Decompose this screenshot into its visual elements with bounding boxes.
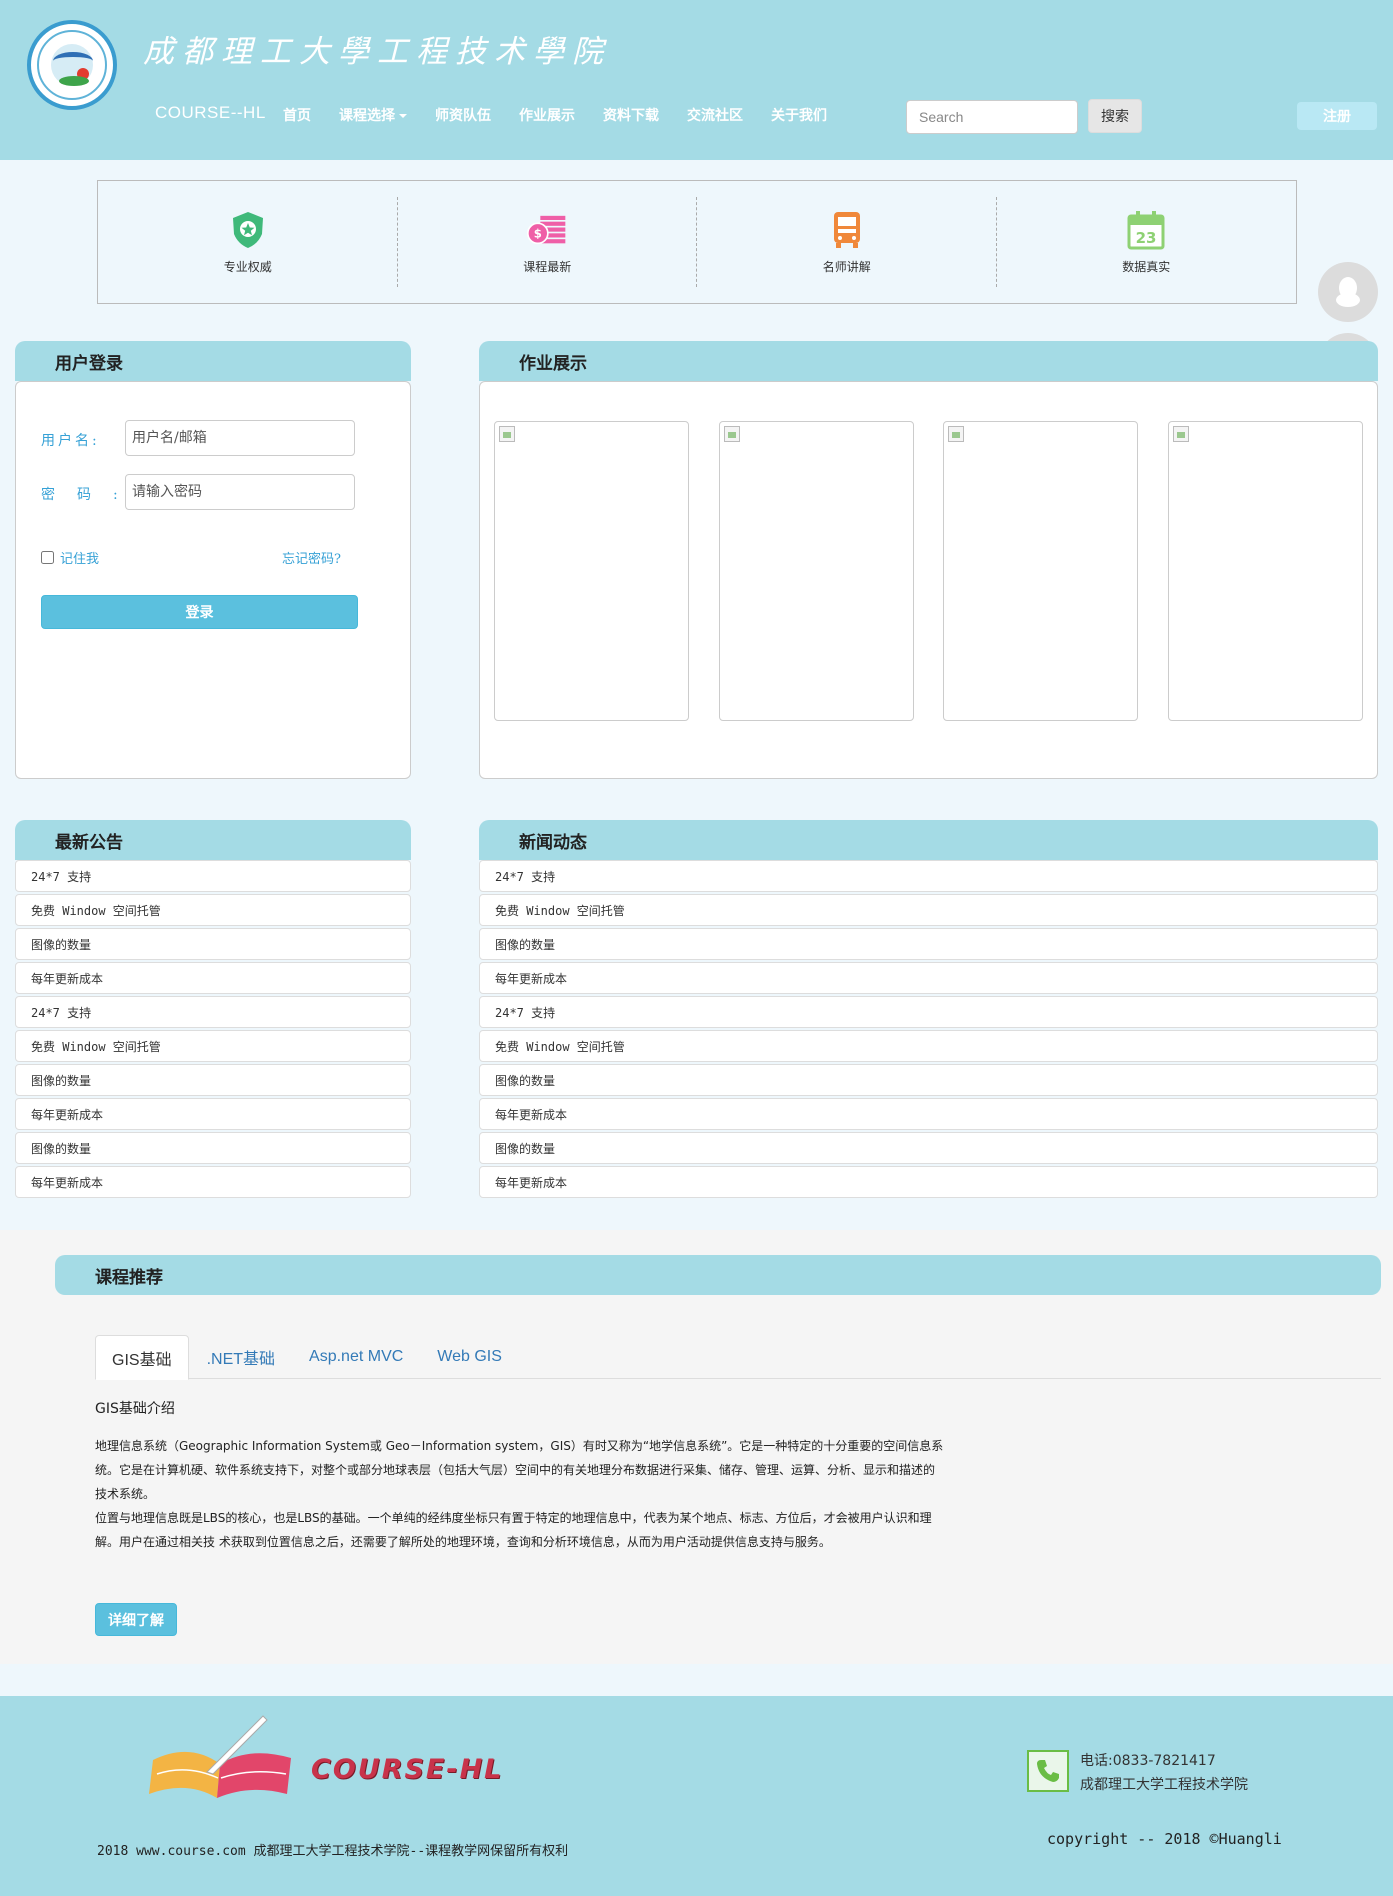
nav-home[interactable]: 首页	[283, 105, 311, 125]
homework-card[interactable]	[1168, 421, 1363, 721]
tab-dotnet-basics[interactable]: .NET基础	[191, 1335, 291, 1379]
site-title: 成都理工大學工程技术學院	[143, 34, 611, 70]
nav-downloads[interactable]: 资料下载	[603, 105, 659, 125]
nav-community[interactable]: 交流社区	[687, 105, 743, 125]
notice-item[interactable]: 图像的数量	[15, 928, 411, 960]
notice-item[interactable]: 每年更新成本	[15, 1098, 411, 1130]
contact-phone: 电话:0833-7821417	[1080, 1753, 1216, 1769]
course-content-title: GIS基础介绍	[95, 1401, 175, 1417]
feature-teachers[interactable]: 名师讲解	[697, 181, 997, 303]
broken-image-icon	[948, 426, 964, 442]
logo-leaf	[59, 76, 89, 86]
phone-icon	[1027, 1750, 1069, 1792]
nav-homework[interactable]: 作业展示	[519, 105, 575, 125]
notice-item[interactable]: 免费 Window 空间托管	[15, 1030, 411, 1062]
remember-me[interactable]: 记住我	[41, 548, 99, 567]
login-button[interactable]: 登录	[41, 595, 358, 629]
broken-image-icon	[1173, 426, 1189, 442]
notices-title: 最新公告	[15, 820, 411, 860]
homework-card[interactable]	[943, 421, 1138, 721]
nav-teachers[interactable]: 师资队伍	[435, 105, 491, 125]
broken-image-icon	[724, 426, 740, 442]
feature-label: 课程最新	[523, 259, 572, 274]
notice-item[interactable]: 图像的数量	[15, 1132, 411, 1164]
calendar-icon: 23	[1127, 210, 1165, 249]
nav-courses[interactable]: 课程选择	[339, 105, 407, 125]
news-title: 新闻动态	[479, 820, 1378, 860]
feature-label: 名师讲解	[822, 259, 871, 274]
homework-card[interactable]	[719, 421, 914, 721]
notice-item[interactable]: 每年更新成本	[15, 962, 411, 994]
qq-contact-button[interactable]	[1318, 262, 1378, 322]
homework-card[interactable]	[494, 421, 689, 721]
news-item[interactable]: 图像的数量	[479, 1132, 1378, 1164]
footer-brand: COURSE-HL	[311, 1754, 504, 1785]
tab-gis-basics[interactable]: GIS基础	[95, 1335, 189, 1380]
coin-stack-icon: $	[527, 215, 566, 244]
caret-down-icon	[399, 114, 407, 118]
nav-about[interactable]: 关于我们	[771, 105, 827, 125]
remember-label: 记住我	[60, 552, 100, 567]
news-item[interactable]: 免费 Window 空间托管	[479, 894, 1378, 926]
broken-image-icon	[499, 426, 515, 442]
news-item[interactable]: 24*7 支持	[479, 860, 1378, 892]
course-paragraph: 位置与地理信息既是LBS的核心，也是LBS的基础。一个单纯的经纬度坐标只有置于特…	[95, 1511, 932, 1549]
course-paragraph: 地理信息系统（Geographic Information System或 Ge…	[95, 1439, 944, 1501]
logo-swoosh	[53, 52, 93, 70]
calendar-day: 23	[1136, 229, 1157, 247]
notice-item[interactable]: 每年更新成本	[15, 1166, 411, 1198]
news-item[interactable]: 24*7 支持	[479, 996, 1378, 1028]
login-panel-title: 用户登录	[15, 341, 411, 381]
learn-more-button[interactable]: 详细了解	[95, 1603, 177, 1636]
news-item[interactable]: 免费 Window 空间托管	[479, 1030, 1378, 1062]
homework-panel-title: 作业展示	[479, 341, 1378, 381]
notice-item[interactable]: 24*7 支持	[15, 860, 411, 892]
courses-title: 课程推荐	[55, 1255, 1381, 1295]
feature-label: 专业权威	[223, 259, 272, 274]
course-tabs: GIS基础 .NET基础 Asp.net MVC Web GIS	[95, 1335, 1381, 1380]
forgot-password-link[interactable]: 忘记密码?	[282, 548, 341, 567]
features-bar: 专业权威 $ 课程最新 名师讲解 23 数据真实	[97, 180, 1297, 304]
main-nav: 首页 课程选择 师资队伍 作业展示 资料下载 交流社区 关于我们	[283, 105, 855, 125]
password-input[interactable]	[125, 474, 355, 510]
username-label: 用户名:	[41, 433, 100, 449]
register-button[interactable]: 注册	[1297, 102, 1377, 130]
news-item[interactable]: 图像的数量	[479, 1064, 1378, 1096]
tab-web-gis[interactable]: Web GIS	[421, 1335, 518, 1379]
search-button[interactable]: 搜索	[1088, 99, 1142, 133]
header	[0, 0, 1393, 160]
footer-rights: 2018 www.course.com 成都理工大学工程技术学院--课程教学网保…	[97, 1844, 569, 1859]
tab-aspnet-mvc[interactable]: Asp.net MVC	[293, 1335, 419, 1379]
brand-link[interactable]: COURSE--HL	[155, 103, 266, 123]
news-item[interactable]: 每年更新成本	[479, 962, 1378, 994]
qq-penguin-icon	[1336, 277, 1360, 307]
feature-data[interactable]: 23 数据真实	[997, 181, 1297, 303]
course-description: 地理信息系统（Geographic Information System或 Ge…	[95, 1434, 945, 1554]
news-item[interactable]: 图像的数量	[479, 928, 1378, 960]
notice-item[interactable]: 24*7 支持	[15, 996, 411, 1028]
notice-item[interactable]: 免费 Window 空间托管	[15, 894, 411, 926]
notice-item[interactable]: 图像的数量	[15, 1064, 411, 1096]
feature-authority[interactable]: 专业权威	[98, 181, 398, 303]
bus-icon	[833, 211, 860, 248]
news-item[interactable]: 每年更新成本	[479, 1166, 1378, 1198]
shield-star-icon	[232, 211, 263, 248]
news-item[interactable]: 每年更新成本	[479, 1098, 1378, 1130]
feature-label: 数据真实	[1122, 259, 1171, 274]
nav-courses-label: 课程选择	[339, 108, 395, 124]
open-book-logo-icon	[149, 1715, 291, 1798]
search-input[interactable]	[906, 100, 1078, 134]
copyright-text: copyright -- 2018 ©Huangli	[1047, 1830, 1282, 1848]
svg-text:$: $	[534, 226, 542, 240]
remember-checkbox[interactable]	[41, 551, 54, 564]
contact-school: 成都理工大学工程技术学院	[1080, 1777, 1248, 1793]
username-input[interactable]	[125, 420, 355, 456]
school-logo[interactable]	[27, 20, 117, 110]
feature-latest[interactable]: $ 课程最新	[398, 181, 698, 303]
